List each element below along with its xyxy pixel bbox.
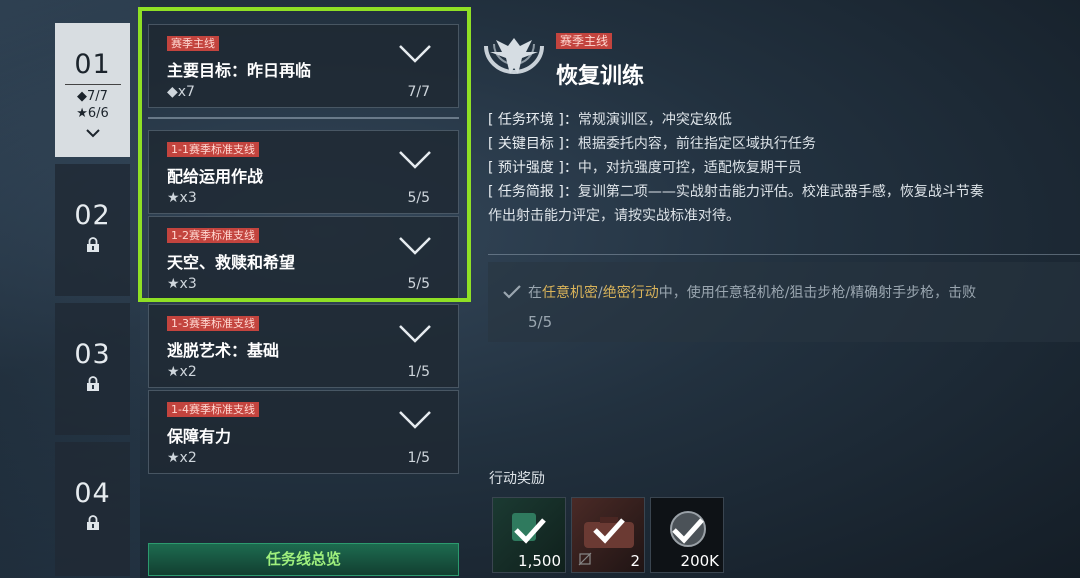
- chevron-down-icon: [85, 129, 100, 138]
- chapter-tab-03[interactable]: 03: [55, 303, 130, 435]
- quest-title: 主要目标：昨日再临: [167, 61, 312, 80]
- info-row: [ 任务环境 ]：常规演训区，冲突定级低: [488, 108, 1080, 132]
- eagle-emblem-icon: [484, 38, 544, 74]
- info-row: [ 关键目标 ]：根据委托内容，前往指定区域执行任务: [488, 132, 1080, 156]
- info-key: [ 关键目标 ]：: [488, 136, 578, 152]
- chapter-tab-01[interactable]: 01 ◆7/7 ★6/6: [55, 23, 130, 157]
- info-key: [ 任务简报 ]：: [488, 184, 578, 200]
- objective-text: 在任意机密/绝密行动中，使用任意轻机枪/狙击步枪/精确射手步枪，击败: [528, 285, 977, 301]
- lock-icon: [86, 237, 99, 252]
- reward-item-case[interactable]: 2: [571, 497, 645, 573]
- rewards-title: 行动奖励: [489, 471, 545, 487]
- quest-card-1-1[interactable]: 1-1赛季标准支线 配给运用作战 ★x3 5/5: [148, 130, 459, 214]
- mission-info: [ 任务环境 ]：常规演训区，冲突定级低 [ 关键目标 ]：根据委托内容，前往指…: [488, 108, 1080, 228]
- check-icon: [514, 518, 546, 544]
- quest-title: 配给运用作战: [167, 167, 264, 186]
- check-icon: [672, 518, 704, 544]
- objective-row: 在任意机密/绝密行动中，使用任意轻机枪/狙击步枪/精确射手步枪，击败 5/5: [488, 262, 1080, 342]
- quest-title: 保障有力: [167, 427, 232, 446]
- questline-overview-button[interactable]: 任务线总览: [148, 543, 459, 576]
- quest-tag: 赛季主线: [167, 36, 219, 51]
- chapter-number: 02: [74, 200, 111, 231]
- check-icon: [503, 285, 521, 299]
- quest-tag: 1-1赛季标准支线: [167, 142, 259, 157]
- quest-card-1-3[interactable]: 1-3赛季标准支线 逃脱艺术：基础 ★x2 1/5: [148, 304, 459, 388]
- quest-reward: ★x3: [167, 190, 197, 206]
- no-trade-icon: [578, 552, 592, 566]
- info-key: [ 预计强度 ]：: [488, 160, 578, 176]
- info-row: [ 预计强度 ]：中，对抗强度可控，适配恢复期干员: [488, 156, 1080, 180]
- quest-reward: ★x2: [167, 364, 197, 380]
- divider: [488, 254, 1080, 255]
- quest-reward: ★x2: [167, 450, 197, 466]
- reward-amount: 2: [630, 552, 640, 570]
- info-continued: 作出射击能力评定，请按实战标准对待。: [488, 208, 740, 224]
- quest-reward: ★x3: [167, 276, 197, 292]
- reward-item-coin[interactable]: 200K: [650, 497, 724, 573]
- quest-title: 逃脱艺术：基础: [167, 341, 280, 360]
- divider: [64, 84, 121, 85]
- quest-progress: 5/5: [407, 276, 430, 292]
- divider: [148, 117, 459, 119]
- info-row: [ 任务简报 ]：复训第二项——实战射击能力评估。校准武器手感，恢复战斗节奏: [488, 180, 1080, 204]
- info-value: 复训第二项——实战射击能力评估。校准武器手感，恢复战斗节奏: [577, 184, 984, 200]
- reward-item-currency[interactable]: 1,500: [492, 497, 566, 573]
- chapter-number: 03: [74, 339, 111, 370]
- detail-title: 恢复训练: [556, 64, 645, 89]
- chapter-diamond-progress: ◆7/7: [77, 89, 108, 104]
- quest-reward: ◆x7: [167, 84, 195, 100]
- chapter-number: 04: [74, 478, 111, 509]
- info-key: [ 任务环境 ]：: [488, 112, 578, 128]
- info-value: 根据委托内容，前往指定区域执行任务: [577, 136, 816, 152]
- quest-progress: 1/5: [407, 450, 430, 466]
- chevron-down-icon: [399, 237, 431, 255]
- check-icon: [593, 518, 625, 544]
- chevron-down-icon: [399, 325, 431, 343]
- reward-amount: 1,500: [518, 552, 561, 570]
- info-value: 常规演训区，冲突定级低: [577, 112, 732, 128]
- lock-icon: [86, 515, 99, 530]
- quest-tag: 1-3赛季标准支线: [167, 316, 259, 331]
- detail-tag: 赛季主线: [556, 33, 613, 49]
- chapter-tab-04[interactable]: 04: [55, 442, 130, 576]
- chevron-down-icon: [399, 411, 431, 429]
- quest-progress: 1/5: [407, 364, 430, 380]
- objective-progress: 5/5: [528, 313, 553, 331]
- chevron-down-icon: [399, 151, 431, 169]
- reward-amount: 200K: [680, 552, 719, 570]
- lock-icon: [86, 376, 99, 391]
- chapter-number: 01: [74, 49, 111, 80]
- quest-progress: 7/7: [407, 84, 430, 100]
- quest-card-main[interactable]: 赛季主线 主要目标：昨日再临 ◆x7 7/7: [148, 24, 459, 108]
- quest-progress: 5/5: [407, 190, 430, 206]
- quest-title: 天空、救赎和希望: [167, 253, 296, 272]
- quest-tag: 1-2赛季标准支线: [167, 228, 259, 243]
- quest-card-1-2[interactable]: 1-2赛季标准支线 天空、救赎和希望 ★x3 5/5: [148, 216, 459, 300]
- chapter-tab-02[interactable]: 02: [55, 164, 130, 296]
- chapter-star-progress: ★6/6: [76, 106, 109, 121]
- quest-tag: 1-4赛季标准支线: [167, 402, 259, 417]
- quest-card-1-4[interactable]: 1-4赛季标准支线 保障有力 ★x2 1/5: [148, 390, 459, 474]
- chevron-down-icon: [399, 45, 431, 63]
- info-value: 中，对抗强度可控，适配恢复期干员: [577, 160, 802, 176]
